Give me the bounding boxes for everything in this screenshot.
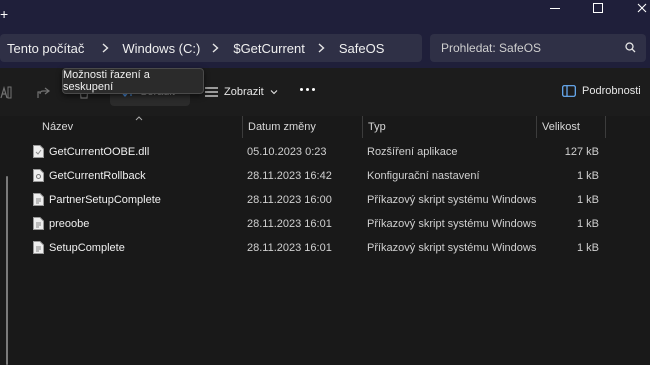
close-icon — [637, 3, 647, 13]
column-header-row: Název Datum změny Typ Velikost — [0, 116, 650, 138]
file-name: preoobe — [49, 218, 90, 230]
column-header-type[interactable]: Typ — [368, 121, 386, 133]
chevron-down-icon — [270, 90, 278, 95]
file-size: 127 kB — [564, 146, 599, 158]
file-name: PartnerSetupComplete — [49, 194, 161, 206]
more-dot — [300, 88, 303, 91]
details-pane-icon — [562, 85, 576, 97]
sort-ascending-icon — [135, 116, 143, 121]
close-button[interactable] — [622, 0, 650, 16]
view-button[interactable]: Zobrazit — [205, 86, 278, 98]
column-header-size[interactable]: Velikost — [542, 121, 580, 133]
more-options-button[interactable] — [300, 88, 315, 91]
file-name: SetupComplete — [49, 242, 125, 254]
minimize-icon — [550, 7, 560, 9]
file-type: Rozšíření aplikace — [367, 146, 458, 158]
search-placeholder: Prohledat: SafeOS — [441, 41, 542, 55]
chevron-right-icon[interactable] — [318, 43, 325, 53]
file-type: Příkazový skript systému Windows — [367, 218, 537, 230]
dll-file-icon — [33, 145, 44, 158]
file-row[interactable]: GetCurrentOOBE.dll 05.10.2023 0:23 Rozší… — [0, 140, 650, 164]
list-view-icon — [205, 87, 218, 97]
file-row[interactable]: GetCurrentRollback 28.11.2023 16:42 Konf… — [0, 164, 650, 188]
chevron-right-icon[interactable] — [212, 43, 219, 53]
script-file-icon — [33, 193, 44, 206]
chevron-right-icon[interactable] — [102, 43, 109, 53]
column-divider[interactable] — [242, 116, 243, 138]
address-row: Tento počítač Windows (C:) $GetCurrent S… — [0, 30, 650, 68]
search-input[interactable]: Prohledat: SafeOS — [430, 34, 646, 62]
more-dot — [312, 88, 315, 91]
column-divider[interactable] — [362, 116, 363, 138]
script-file-icon — [33, 217, 44, 230]
file-row[interactable]: PartnerSetupComplete 28.11.2023 16:00 Př… — [0, 188, 650, 212]
title-bar: + — [0, 0, 650, 30]
column-header-date[interactable]: Datum změny — [248, 121, 316, 133]
file-type: Příkazový skript systému Windows — [367, 194, 537, 206]
minimize-button[interactable] — [535, 0, 575, 16]
details-label: Podrobnosti — [582, 85, 641, 97]
maximize-icon — [593, 3, 603, 13]
column-divider[interactable] — [605, 116, 606, 138]
column-divider[interactable] — [536, 116, 537, 138]
file-size: 1 kB — [576, 170, 599, 182]
file-type: Příkazový skript systému Windows — [367, 242, 537, 254]
config-file-icon — [33, 169, 44, 182]
file-date: 05.10.2023 0:23 — [247, 146, 327, 158]
search-icon — [625, 42, 636, 53]
sort-tooltip: Možnosti řazení a seskupení — [62, 68, 204, 94]
maximize-button[interactable] — [578, 0, 618, 16]
breadcrumb[interactable]: Tento počítač Windows (C:) $GetCurrent S… — [0, 34, 422, 62]
breadcrumb-item-this-pc[interactable]: Tento počítač — [7, 41, 84, 56]
details-pane-button[interactable]: Podrobnosti — [562, 85, 641, 97]
file-row[interactable]: preoobe 28.11.2023 16:01 Příkazový skrip… — [0, 212, 650, 236]
file-date: 28.11.2023 16:01 — [247, 242, 332, 254]
file-type: Konfigurační nastavení — [367, 170, 480, 182]
breadcrumb-item-safeos[interactable]: SafeOS — [339, 41, 385, 56]
file-date: 28.11.2023 16:01 — [247, 218, 332, 230]
file-row[interactable]: SetupComplete 28.11.2023 16:01 Příkazový… — [0, 236, 650, 260]
share-icon[interactable] — [37, 86, 51, 99]
file-date: 28.11.2023 16:00 — [247, 194, 332, 206]
file-size: 1 kB — [576, 242, 599, 254]
rename-icon[interactable] — [0, 86, 12, 99]
column-header-name[interactable]: Název — [42, 121, 73, 133]
file-date: 28.11.2023 16:42 — [247, 170, 332, 182]
more-dot — [306, 88, 309, 91]
view-label: Zobrazit — [224, 86, 264, 98]
breadcrumb-item-getcurrent[interactable]: $GetCurrent — [233, 41, 305, 56]
breadcrumb-item-windows-c[interactable]: Windows (C:) — [122, 41, 200, 56]
file-name: GetCurrentOOBE.dll — [49, 146, 150, 158]
file-size: 1 kB — [576, 194, 599, 206]
file-size: 1 kB — [576, 218, 599, 230]
script-file-icon — [33, 241, 44, 254]
new-tab-button[interactable]: + — [0, 6, 8, 22]
file-name: GetCurrentRollback — [49, 170, 146, 182]
